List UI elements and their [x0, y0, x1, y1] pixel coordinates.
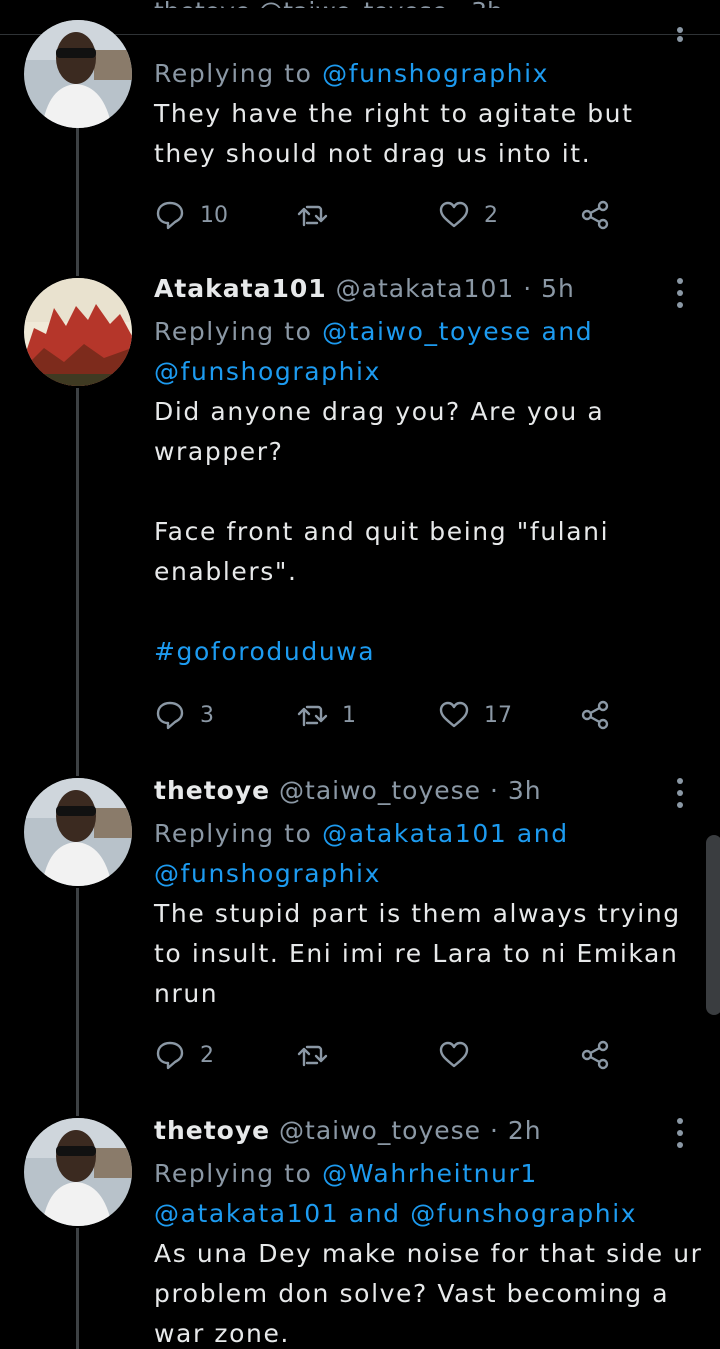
tweet-body: Replying to @atakata101 and @funshograph… — [154, 814, 702, 1014]
retweet-button[interactable]: 1 — [296, 695, 356, 735]
mention-link[interactable]: @funshographix — [154, 859, 381, 888]
tweet-text: war zone. — [154, 1319, 290, 1348]
more-options-icon[interactable] — [670, 278, 690, 308]
display-name[interactable]: Atakata101 — [154, 274, 327, 303]
tweet-actions: 3 1 17 — [154, 695, 624, 735]
tweet-text: They have the right to agitate but — [154, 99, 634, 128]
timestamp[interactable]: 3h — [508, 776, 542, 805]
mention-link[interactable]: @atakata101 — [322, 819, 507, 848]
retweet-button[interactable] — [296, 1035, 328, 1075]
avatar[interactable] — [24, 778, 132, 886]
replying-to: Replying to @Wahrheitnur1 — [154, 1159, 538, 1188]
tweet-text: problem don solve? Vast becoming a — [154, 1279, 670, 1308]
heart-icon — [439, 1041, 469, 1068]
more-options-icon[interactable] — [670, 18, 690, 42]
tweet-text — [154, 472, 702, 512]
profile-photo-man-sunglasses — [24, 778, 132, 886]
tweet-text: enablers". — [154, 557, 298, 586]
tweet-text: to insult. Eni imi re Lara to ni Emikan — [154, 939, 679, 968]
replying-to: Replying to @atakata101 and — [154, 819, 569, 848]
replying-to-cont: @atakata101 and @funshographix — [154, 1199, 638, 1228]
share-icon — [581, 700, 609, 730]
avatar[interactable] — [24, 20, 132, 128]
tweet-body: Replying to @taiwo_toyese and @funshogra… — [154, 312, 702, 672]
hashtag-link[interactable]: #goforoduduwa — [154, 632, 702, 672]
avatar[interactable] — [24, 278, 132, 386]
heart-icon — [439, 201, 469, 228]
tweet-header-partial: thetoye @taiwo_toyese · 3h — [154, 0, 503, 8]
reply-icon — [156, 701, 184, 730]
thread-connector — [76, 1228, 79, 1349]
share-button[interactable] — [579, 195, 611, 235]
timestamp[interactable]: 2h — [508, 1116, 542, 1145]
reply-button[interactable]: 2 — [154, 1035, 214, 1075]
tweet-text: nrun — [154, 979, 219, 1008]
tweet-content: Replying to @funshographix They have the… — [154, 54, 702, 174]
mention-link[interactable]: @funshographix — [322, 59, 549, 88]
tweet-text: Did anyone drag you? Are you a — [154, 397, 605, 426]
tweet-text: wrapper? — [154, 437, 284, 466]
like-button[interactable]: 2 — [438, 195, 498, 235]
replying-to-cont: @funshographix — [154, 352, 702, 392]
retweet-icon — [297, 205, 328, 227]
display-name[interactable]: thetoye — [154, 776, 270, 805]
tweet-actions: 2 — [154, 1035, 624, 1075]
like-button[interactable] — [438, 1035, 470, 1075]
thread-connector — [76, 888, 79, 1116]
display-name[interactable]: thetoye — [154, 1116, 270, 1145]
tweet-text: Face front and quit being "fulani — [154, 517, 610, 546]
tweet-text: As una Dey make noise for that side ur — [154, 1239, 703, 1268]
share-button[interactable] — [579, 695, 611, 735]
thread-connector — [76, 128, 79, 276]
retweet-icon — [297, 705, 328, 727]
more-options-icon[interactable] — [670, 1118, 690, 1148]
replying-to-cont: @funshographix — [154, 854, 702, 894]
replying-to: Replying to @funshographix — [154, 59, 550, 88]
tweet-header: thetoye @taiwo_toyese · 3h — [154, 776, 542, 805]
tweet-thread-screen: thetoye @taiwo_toyese · 3h Replying to @… — [0, 0, 720, 1349]
tweet-content: Atakata101 @atakata101 · 5h — [154, 271, 702, 307]
tweet-text — [154, 592, 702, 632]
like-button[interactable]: 17 — [438, 695, 512, 735]
mention-link[interactable]: @funshographix — [410, 1199, 637, 1228]
thread-connector — [76, 388, 79, 776]
username[interactable]: @taiwo_toyese — [279, 1116, 481, 1145]
tweet-text: they should not drag us into it. — [154, 139, 592, 168]
tweet-actions: 10 2 — [154, 195, 624, 235]
profile-photo-man-sunglasses — [24, 1118, 132, 1226]
retweet-icon — [297, 1045, 328, 1067]
mention-link[interactable]: @funshographix — [154, 357, 381, 386]
reply-button[interactable]: 10 — [154, 195, 228, 235]
share-icon — [581, 200, 609, 230]
timestamp[interactable]: 5h — [541, 274, 575, 303]
tweet-header: thetoye @taiwo_toyese · 2h — [154, 1116, 542, 1145]
more-options-icon[interactable] — [670, 778, 690, 808]
scrollbar-thumb[interactable] — [706, 835, 720, 1015]
username[interactable]: @taiwo_toyese — [279, 776, 481, 805]
reply-icon — [156, 1041, 184, 1070]
reply-icon — [156, 201, 184, 230]
tweet-content: thetoye @taiwo_toyese · 2h — [154, 1113, 702, 1149]
mention-link[interactable]: @taiwo_toyese — [322, 317, 532, 346]
tweet-body: Replying to @Wahrheitnur1 @atakata101 an… — [154, 1154, 702, 1349]
profile-photo-red-rock-landscape — [24, 278, 132, 386]
retweet-button[interactable] — [296, 195, 328, 235]
username[interactable]: @atakata101 — [336, 274, 515, 303]
avatar[interactable] — [24, 1118, 132, 1226]
share-button[interactable] — [579, 1035, 611, 1075]
replying-to: Replying to @taiwo_toyese and — [154, 317, 594, 346]
tweet-text: The stupid part is them always trying — [154, 899, 681, 928]
mention-link[interactable]: @Wahrheitnur1 — [322, 1159, 538, 1188]
share-icon — [581, 1040, 609, 1070]
profile-photo-man-sunglasses — [24, 20, 132, 128]
heart-icon — [439, 701, 469, 728]
tweet-header: Atakata101 @atakata101 · 5h — [154, 274, 575, 303]
mention-link[interactable]: @atakata101 — [154, 1199, 339, 1228]
tweet-content: thetoye @taiwo_toyese · 3h — [154, 773, 702, 809]
reply-button[interactable]: 3 — [154, 695, 214, 735]
